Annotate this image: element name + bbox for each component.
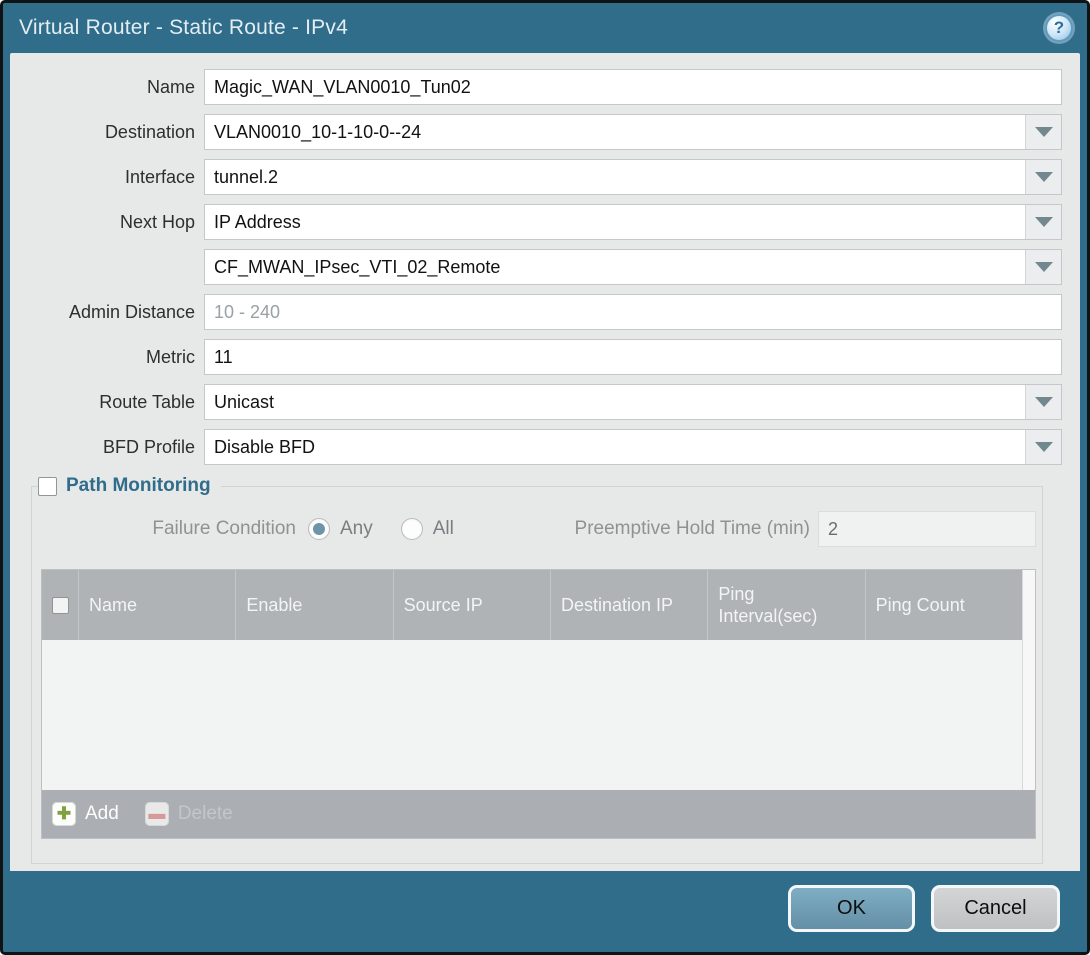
form-row-next-hop-address [10,249,1062,285]
static-route-dialog: Virtual Router - Static Route - IPv4 ? N… [0,0,1090,955]
destination-label: Destination [10,122,204,143]
table-header-checkbox-cell [42,570,79,640]
preemptive-hold-time-input[interactable] [819,512,1035,546]
chevron-down-icon [1035,442,1053,452]
delete-button[interactable]: ▬ Delete [145,802,233,826]
next-hop-address-input[interactable] [205,250,1025,284]
destination-field [204,114,1062,150]
route-table-dropdown-button[interactable] [1025,385,1061,419]
radio-dot [313,523,325,535]
chevron-down-icon [1035,127,1053,137]
table-body-empty [42,640,1035,790]
form-row-route-table: Route Table [10,384,1062,420]
form-row-admin-distance: Admin Distance [10,294,1062,330]
table-toolbar: ✚ Add ▬ Delete [42,790,1035,838]
column-header-source-ip: Source IP [394,570,551,640]
column-header-ping-count: Ping Count [866,570,1022,640]
path-monitoring-section: Path Monitoring Failure Condition Any Al… [31,475,1043,864]
metric-label: Metric [10,347,204,368]
chevron-down-icon [1035,217,1053,227]
next-hop-type-input[interactable] [205,205,1025,239]
chevron-down-icon [1035,397,1053,407]
column-header-ping-interval: Ping Interval(sec) [708,570,865,640]
next-hop-address-field [204,249,1062,285]
interface-label: Interface [10,167,204,188]
name-input[interactable] [205,70,1061,104]
path-monitoring-table: Name Enable Source IP Destination IP Pin… [41,569,1036,839]
destination-input[interactable] [205,115,1025,149]
cancel-button[interactable]: Cancel [931,885,1060,932]
form-row-name: Name [10,69,1062,105]
interface-dropdown-button[interactable] [1025,160,1061,194]
failure-condition-option-any: Any [308,518,373,540]
admin-distance-field [204,294,1062,330]
route-table-field [204,384,1062,420]
path-monitoring-title: Path Monitoring [66,475,211,497]
form-row-next-hop: Next Hop [10,204,1062,240]
column-header-destination-ip: Destination IP [551,570,708,640]
form-row-interface: Interface [10,159,1062,195]
interface-field [204,159,1062,195]
delete-button-label: Delete [178,803,233,825]
radio-all-label: All [433,518,454,540]
form-row-destination: Destination [10,114,1062,150]
dialog-footer: OK Cancel [3,871,1087,952]
preemptive-hold-time-label: Preemptive Hold Time (min) [575,518,818,540]
radio-any-label: Any [340,518,373,540]
metric-field [204,339,1062,375]
bfd-profile-field [204,429,1062,465]
interface-input[interactable] [205,160,1025,194]
column-header-name: Name [79,570,236,640]
column-header-enable: Enable [236,570,393,640]
ok-button[interactable]: OK [788,885,915,932]
radio-all[interactable] [401,518,423,540]
next-hop-address-dropdown-button[interactable] [1025,250,1061,284]
path-monitoring-legend: Path Monitoring [38,475,221,497]
plus-icon: ✚ [52,802,76,826]
bfd-profile-label: BFD Profile [10,437,204,458]
table-scrollbar-track[interactable] [1022,570,1035,790]
add-button-label: Add [85,803,119,825]
failure-condition-label: Failure Condition [36,518,308,540]
dialog-title: Virtual Router - Static Route - IPv4 [19,16,348,40]
destination-dropdown-button[interactable] [1025,115,1061,149]
next-hop-type-dropdown-button[interactable] [1025,205,1061,239]
dialog-titlebar: Virtual Router - Static Route - IPv4 ? [3,3,1087,53]
preemptive-hold-time-field [818,511,1036,547]
bfd-profile-dropdown-button[interactable] [1025,430,1061,464]
name-field [204,69,1062,105]
table-header: Name Enable Source IP Destination IP Pin… [42,570,1035,640]
route-table-input[interactable] [205,385,1025,419]
add-button[interactable]: ✚ Add [52,802,119,826]
bfd-profile-input[interactable] [205,430,1025,464]
select-all-checkbox[interactable] [52,597,69,614]
failure-condition-option-all: All [401,518,454,540]
minus-icon: ▬ [145,802,169,826]
form-row-metric: Metric [10,339,1062,375]
admin-distance-input[interactable] [205,295,1061,329]
path-monitoring-checkbox[interactable] [38,477,57,496]
help-icon[interactable]: ? [1045,14,1073,42]
next-hop-label: Next Hop [10,212,204,233]
name-label: Name [10,77,204,98]
path-monitoring-controls: Failure Condition Any All Preemptive Hol… [36,511,1036,547]
metric-input[interactable] [205,340,1061,374]
route-table-label: Route Table [10,392,204,413]
form-row-bfd-profile: BFD Profile [10,429,1062,465]
dialog-body: Name Destination Interface [10,53,1080,871]
chevron-down-icon [1035,262,1053,272]
next-hop-type-field [204,204,1062,240]
radio-any[interactable] [308,518,330,540]
admin-distance-label: Admin Distance [10,302,204,323]
chevron-down-icon [1035,172,1053,182]
